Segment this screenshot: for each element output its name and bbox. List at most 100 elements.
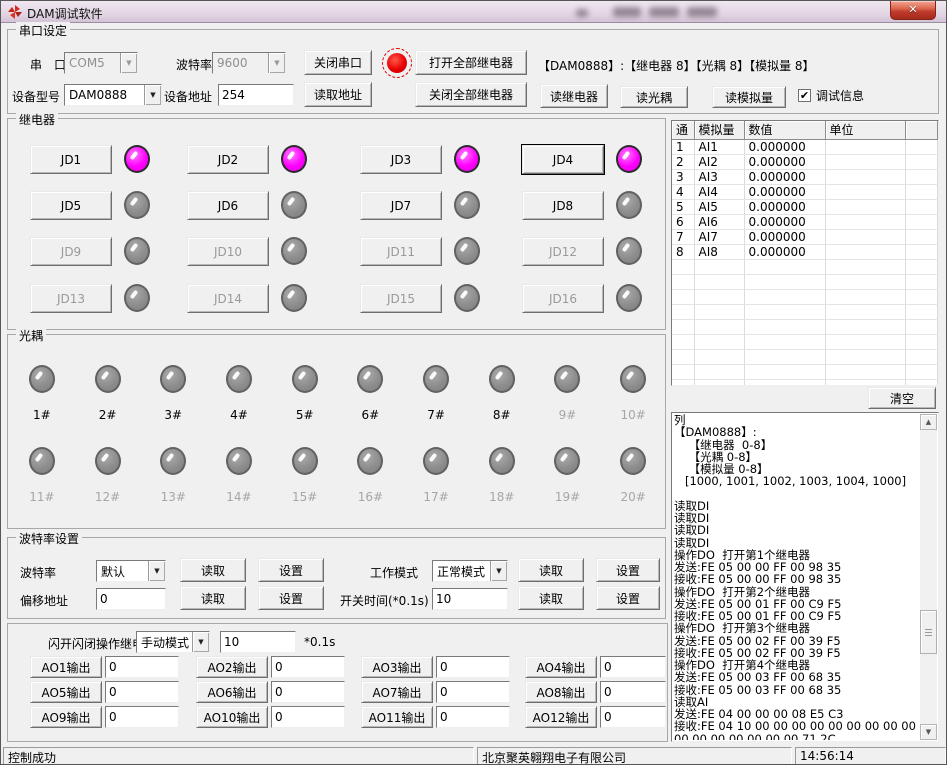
debug-info-label: 调试信息 <box>816 87 864 104</box>
flash-mode-select[interactable]: 手动模式 ▼ <box>136 631 210 653</box>
opto-indicator: 10# <box>600 365 666 422</box>
relay-led-jd11 <box>454 237 480 265</box>
close-all-relays-button[interactable]: 关闭全部继电器 <box>415 82 527 107</box>
scrollbar-thumb[interactable] <box>920 610 937 654</box>
ao4-output-button[interactable]: AO4输出 <box>525 656 597 678</box>
baud-set-button[interactable]: 设置 <box>258 558 324 582</box>
debug-log-panel[interactable]: 列 【DAM0888】: 【继电器 0-8】 【光耦 0-8】 【模拟量 0-8… <box>671 412 939 742</box>
read-analog-button[interactable]: 读模拟量 <box>712 86 786 108</box>
relay-button-jd6[interactable]: JD6 <box>187 191 269 220</box>
ao10-output-button[interactable]: AO10输出 <box>196 706 268 728</box>
ao7-output-input[interactable] <box>436 681 510 703</box>
ao6-output-button[interactable]: AO6输出 <box>196 681 268 703</box>
port-select[interactable]: COM5 ▼ <box>64 52 138 74</box>
ao8-output-button[interactable]: AO8输出 <box>525 681 597 703</box>
read-address-button[interactable]: 读取地址 <box>304 82 372 107</box>
ao9-output-button[interactable]: AO9输出 <box>30 706 102 728</box>
ao11-output-button[interactable]: AO11输出 <box>361 706 433 728</box>
column-header[interactable]: 单位 <box>825 121 905 139</box>
relay-button-jd5[interactable]: JD5 <box>30 191 112 220</box>
relay-led-jd7 <box>454 191 480 219</box>
table-empty-row <box>672 274 938 289</box>
table-row[interactable]: 8AI80.000000 <box>672 244 938 259</box>
scroll-down-icon: ▼ <box>926 728 931 736</box>
table-row[interactable]: 7AI70.000000 <box>672 229 938 244</box>
ao5-output-input[interactable] <box>105 681 179 703</box>
switch-time-input[interactable] <box>432 588 508 610</box>
table-row[interactable]: 3AI30.000000 <box>672 169 938 184</box>
ao10-output-input[interactable] <box>271 706 345 728</box>
read-relay-button[interactable]: 读继电器 <box>540 84 608 108</box>
close-button[interactable]: ✕ <box>890 1 936 20</box>
opto-indicator: 7# <box>403 365 469 422</box>
opto-indicator: 13# <box>140 447 206 504</box>
opto-led <box>554 447 580 475</box>
relay-button-jd1[interactable]: JD1 <box>30 145 112 174</box>
table-empty-row <box>672 259 938 274</box>
opto-group-label: 光耦 <box>16 327 46 344</box>
table-row[interactable]: 5AI50.000000 <box>672 199 938 214</box>
opto-led <box>489 365 515 393</box>
switch-time-set-button[interactable]: 设置 <box>596 586 660 610</box>
relay-button-jd8[interactable]: JD8 <box>522 191 604 220</box>
ao9-output-input[interactable] <box>105 706 179 728</box>
workmode-select[interactable]: 正常模式 ▼ <box>432 560 508 582</box>
ao12-output-button[interactable]: AO12输出 <box>525 706 597 728</box>
ao2-output-button[interactable]: AO2输出 <box>196 656 268 678</box>
switch-time-read-button[interactable]: 读取 <box>518 586 584 610</box>
ao3-output-button[interactable]: AO3输出 <box>361 656 433 678</box>
ao12-output-input[interactable] <box>600 706 666 728</box>
ao8-output-input[interactable] <box>600 681 666 703</box>
ao3-output-input[interactable] <box>436 656 510 678</box>
flash-time-input[interactable] <box>220 631 296 653</box>
ao7-output-button[interactable]: AO7输出 <box>361 681 433 703</box>
scroll-down-button[interactable]: ▼ <box>920 724 937 740</box>
device-address-input[interactable] <box>218 84 294 106</box>
read-opto-button[interactable]: 读光耦 <box>620 86 688 108</box>
chevron-down-icon: ▼ <box>192 632 209 652</box>
table-row[interactable]: 2AI20.000000 <box>672 154 938 169</box>
opto-led <box>554 365 580 393</box>
port-label: 串 口 <box>30 56 66 73</box>
scroll-up-button[interactable]: ▲ <box>920 414 937 430</box>
baud-read-button[interactable]: 读取 <box>180 558 246 582</box>
clear-log-button[interactable]: 清空 <box>868 387 936 409</box>
offset-set-button[interactable]: 设置 <box>258 586 324 610</box>
table-row[interactable]: 6AI60.000000 <box>672 214 938 229</box>
open-all-relays-button[interactable]: 打开全部继电器 <box>415 50 527 75</box>
relay-button-jd4[interactable]: JD4 <box>522 145 604 174</box>
workmode-set-button[interactable]: 设置 <box>596 558 660 582</box>
opto-indicator: 5# <box>272 365 338 422</box>
workmode-read-button[interactable]: 读取 <box>518 558 584 582</box>
close-serial-button[interactable]: 关闭串口 <box>304 50 372 75</box>
title-bar[interactable]: DAM调试软件 ✕ <box>1 1 946 23</box>
relay-led-jd1 <box>124 145 150 173</box>
offset-address-input[interactable] <box>96 588 166 610</box>
chevron-down-icon: ▼ <box>268 53 285 73</box>
table-row[interactable]: 4AI40.000000 <box>672 184 938 199</box>
opto-indicator: 2# <box>75 365 141 422</box>
offset-address-label: 偏移地址 <box>20 592 68 609</box>
ao4-output-input[interactable] <box>600 656 666 678</box>
ao1-output-input[interactable] <box>105 656 179 678</box>
ao1-output-button[interactable]: AO1输出 <box>30 656 102 678</box>
offset-read-button[interactable]: 读取 <box>180 586 246 610</box>
baud-setting-select[interactable]: 默认 ▼ <box>96 560 166 582</box>
ao2-output-input[interactable] <box>271 656 345 678</box>
column-header[interactable]: 通 <box>672 121 694 139</box>
relay-led-jd16 <box>616 284 642 312</box>
ao5-output-button[interactable]: AO5输出 <box>30 681 102 703</box>
ao6-output-input[interactable] <box>271 681 345 703</box>
log-scrollbar[interactable]: ▲ ▼ <box>920 414 937 740</box>
table-row[interactable]: 1AI10.000000 <box>672 139 938 154</box>
ao11-output-input[interactable] <box>436 706 510 728</box>
relay-button-jd3[interactable]: JD3 <box>360 145 442 174</box>
device-address-label: 设备地址 <box>164 88 212 105</box>
column-header[interactable]: 模拟量 <box>694 121 744 139</box>
column-header[interactable]: 数值 <box>744 121 825 139</box>
debug-info-checkbox[interactable]: ✔ 调试信息 <box>798 87 864 104</box>
relay-button-jd7[interactable]: JD7 <box>360 191 442 220</box>
baud-select[interactable]: 9600 ▼ <box>212 52 286 74</box>
model-select[interactable]: DAM0888 ▼ <box>64 84 162 106</box>
relay-button-jd2[interactable]: JD2 <box>187 145 269 174</box>
